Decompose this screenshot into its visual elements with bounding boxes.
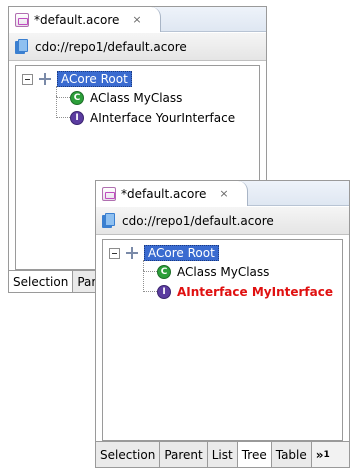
model-tree: ACore Root C AClass MyClass I AInterface… [102, 239, 343, 441]
tree-node-label-changed[interactable]: AInterface MyInterface [177, 285, 333, 299]
interface-icon: I [70, 111, 84, 125]
page-tab-list[interactable]: List [207, 442, 238, 467]
tree-root-row[interactable]: ACore Root [22, 70, 132, 88]
tree-root-row[interactable]: ACore Root [109, 244, 219, 262]
root-node-icon [39, 73, 51, 85]
interface-icon: I [157, 285, 171, 299]
tree-root-label[interactable]: ACore Root [57, 71, 132, 87]
page-tab-selection[interactable]: Selection [96, 442, 161, 467]
page-tab-tree[interactable]: Tree [237, 442, 272, 467]
model-file-icon [102, 186, 116, 201]
close-icon[interactable]: × [132, 13, 141, 26]
tree-root-label[interactable]: ACore Root [144, 245, 219, 261]
editor-front: *default.acore × cdo://repo1/default.aco… [95, 180, 350, 468]
editor-tab-title: *default.acore [121, 186, 207, 201]
editor-tab-bar: *default.acore × [9, 7, 266, 32]
tree-node-class[interactable]: C AClass MyClass [70, 89, 182, 107]
collapse-icon[interactable] [22, 73, 33, 85]
resource-uri-bar: cdo://repo1/default.acore [96, 207, 349, 235]
resource-uri: cdo://repo1/default.acore [35, 39, 187, 54]
root-node-icon [126, 247, 138, 259]
tree-node-class[interactable]: C AClass MyClass [157, 263, 269, 281]
editor-page-tabs: Selection Parent List Tree Table » 1 [96, 441, 349, 467]
model-file-icon [15, 12, 29, 27]
tree-node-label[interactable]: AInterface YourInterface [90, 111, 235, 125]
tree-node-label[interactable]: AClass MyClass [90, 91, 182, 105]
more-tabs-button[interactable]: » 1 [311, 442, 334, 467]
tree-connector [143, 270, 157, 292]
page-tab-parent[interactable]: Parent [160, 442, 208, 467]
collapse-icon[interactable] [109, 247, 120, 259]
editor-tab-title: *default.acore [34, 12, 120, 27]
resource-icon [102, 212, 116, 229]
tree-connector [56, 96, 70, 118]
close-icon[interactable]: × [219, 187, 228, 200]
resource-icon [15, 38, 29, 55]
class-icon: C [157, 265, 171, 279]
tree-node-interface[interactable]: I AInterface MyInterface [157, 283, 333, 301]
editor-tab[interactable]: *default.acore × [96, 181, 248, 206]
class-icon: C [70, 91, 84, 105]
tree-node-label[interactable]: AClass MyClass [177, 265, 269, 279]
more-tabs-count: 1 [323, 449, 330, 460]
more-tabs-icon: » [315, 447, 324, 462]
page-tab-table[interactable]: Table [271, 442, 312, 467]
page-tab-selection[interactable]: Selection [9, 271, 74, 292]
resource-uri-bar: cdo://repo1/default.acore [9, 33, 266, 61]
resource-uri: cdo://repo1/default.acore [122, 213, 274, 228]
tree-node-interface[interactable]: I AInterface YourInterface [70, 109, 235, 127]
editor-tab[interactable]: *default.acore × [9, 7, 161, 32]
editor-tab-bar: *default.acore × [96, 181, 349, 206]
